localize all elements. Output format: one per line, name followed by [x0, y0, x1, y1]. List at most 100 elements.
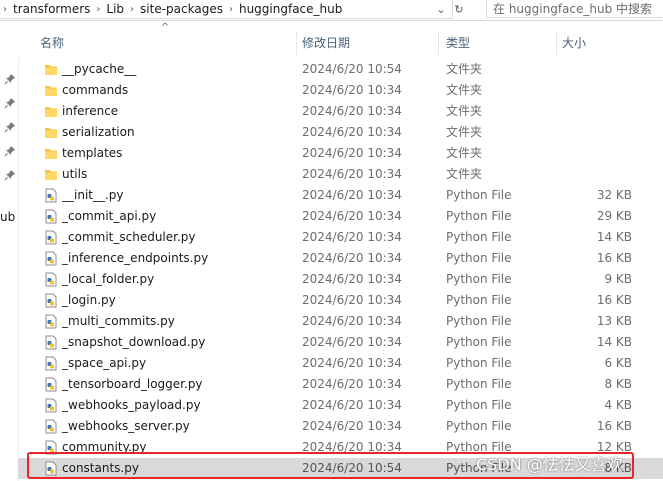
- breadcrumb-huggingface-hub[interactable]: huggingface_hub: [236, 2, 345, 16]
- file-type: 文件夹: [446, 125, 483, 139]
- file-type: Python File: [446, 356, 512, 370]
- pin-icon[interactable]: [4, 97, 16, 109]
- file-row[interactable]: commands 2024/6/20 10:34 文件夹: [18, 80, 663, 101]
- file-size: 9 KB: [604, 272, 632, 286]
- file-name: __init__.py: [62, 188, 124, 202]
- file-row[interactable]: __init__.py 2024/6/20 10:34 Python File 32 …: [18, 185, 663, 206]
- column-modified[interactable]: 修改日期: [298, 32, 438, 54]
- file-modified: 2024/6/20 10:34: [302, 146, 402, 160]
- file-size: 16 KB: [596, 293, 632, 307]
- file-row[interactable]: constants.py 2024/6/20 10:54 Python File 8 …: [18, 458, 663, 479]
- file-modified: 2024/6/20 10:34: [302, 167, 402, 181]
- python-file-icon: [45, 335, 57, 350]
- file-size: 6 KB: [604, 356, 632, 370]
- address-dropdown-button[interactable]: ⌄: [432, 0, 450, 18]
- chevron-right-icon: ›: [228, 3, 233, 15]
- pin-icon[interactable]: [4, 73, 16, 85]
- file-row[interactable]: _snapshot_download.py 2024/6/20 10:34 Pyth…: [18, 332, 663, 353]
- folder-icon: [45, 149, 57, 159]
- file-row[interactable]: serialization 2024/6/20 10:34 文件夹: [18, 122, 663, 143]
- file-modified: 2024/6/20 10:34: [302, 251, 402, 265]
- file-size: 29 KB: [596, 209, 632, 223]
- breadcrumb-site-packages[interactable]: site-packages: [137, 2, 226, 16]
- file-type: Python File: [446, 461, 512, 475]
- file-modified: 2024/6/20 10:54: [302, 461, 402, 475]
- python-file-icon: [45, 398, 57, 413]
- file-row[interactable]: _tensorboard_logger.py 2024/6/20 10:34 Pyt…: [18, 374, 663, 395]
- nav-item-label[interactable]: ub: [0, 210, 15, 224]
- file-modified: 2024/6/20 10:34: [302, 398, 402, 412]
- file-modified: 2024/6/20 10:34: [302, 188, 402, 202]
- file-row[interactable]: _space_api.py 2024/6/20 10:34 Python File 6…: [18, 353, 663, 374]
- file-size: 16 KB: [596, 419, 632, 433]
- file-name: __pycache__: [62, 62, 137, 76]
- file-name: templates: [62, 146, 123, 160]
- file-row[interactable]: inference 2024/6/20 10:34 文件夹: [18, 101, 663, 122]
- file-name: _commit_scheduler.py: [62, 230, 196, 244]
- file-size: 32 KB: [596, 188, 632, 202]
- column-divider[interactable]: [438, 31, 439, 55]
- file-name: _local_folder.py: [62, 272, 155, 286]
- column-type[interactable]: 类型: [442, 32, 552, 54]
- breadcrumb-lib[interactable]: Lib: [103, 2, 127, 16]
- address-bar: › transformers › Lib › site-packages › h…: [0, 0, 663, 21]
- pin-icon[interactable]: [4, 145, 16, 157]
- python-file-icon: [45, 461, 57, 476]
- column-divider[interactable]: [296, 31, 297, 55]
- file-row[interactable]: _webhooks_server.py 2024/6/20 10:34 Python…: [18, 416, 663, 437]
- column-name[interactable]: 名称: [36, 32, 296, 54]
- file-type: Python File: [446, 188, 512, 202]
- pin-icon[interactable]: [4, 169, 16, 181]
- file-type: 文件夹: [446, 62, 483, 76]
- refresh-button[interactable]: ↻: [450, 0, 468, 18]
- file-row[interactable]: _multi_commits.py 2024/6/20 10:34 Python F…: [18, 311, 663, 332]
- file-modified: 2024/6/20 10:34: [302, 272, 402, 286]
- folder-icon: [45, 86, 57, 96]
- file-name: constants.py: [62, 461, 139, 475]
- file-name: _snapshot_download.py: [62, 335, 206, 349]
- file-row[interactable]: templates 2024/6/20 10:34 文件夹: [18, 143, 663, 164]
- file-size: 14 KB: [596, 335, 632, 349]
- file-type: Python File: [446, 272, 512, 286]
- file-row[interactable]: utils 2024/6/20 10:34 文件夹: [18, 164, 663, 185]
- file-row[interactable]: _local_folder.py 2024/6/20 10:34 Python Fi…: [18, 269, 663, 290]
- file-type: Python File: [446, 419, 512, 433]
- python-file-icon: [45, 230, 57, 245]
- file-row[interactable]: _login.py 2024/6/20 10:34 Python File 16 KB: [18, 290, 663, 311]
- search-input[interactable]: 在 huggingface_hub 中搜索: [486, 0, 662, 18]
- file-row[interactable]: _commit_api.py 2024/6/20 10:34 Python File…: [18, 206, 663, 227]
- file-name: _webhooks_server.py: [62, 419, 190, 433]
- file-modified: 2024/6/20 10:34: [302, 83, 402, 97]
- column-divider[interactable]: [556, 31, 557, 55]
- file-list: __pycache__ 2024/6/20 10:54 文件夹 commands 202…: [18, 59, 663, 479]
- file-name: _multi_commits.py: [62, 314, 175, 328]
- python-file-icon: [45, 293, 57, 308]
- file-type: 文件夹: [446, 167, 483, 181]
- python-file-icon: [45, 419, 57, 434]
- file-row[interactable]: _inference_endpoints.py 2024/6/20 10:34 Py…: [18, 248, 663, 269]
- python-file-icon: [45, 314, 57, 329]
- column-header: ^ 名称 修改日期 类型 大小: [18, 21, 663, 57]
- file-type: Python File: [446, 398, 512, 412]
- file-name: _login.py: [62, 293, 116, 307]
- breadcrumb: › transformers › Lib › site-packages › h…: [0, 0, 453, 19]
- file-type: Python File: [446, 209, 512, 223]
- file-type: Python File: [446, 377, 512, 391]
- python-file-icon: [45, 188, 57, 203]
- pin-icon[interactable]: [4, 121, 16, 133]
- file-name: community.py: [62, 440, 147, 454]
- breadcrumb-transformers[interactable]: transformers: [10, 2, 93, 16]
- file-size: 8 KB: [604, 461, 632, 475]
- file-row[interactable]: _webhooks_payload.py 2024/6/20 10:34 Pytho…: [18, 395, 663, 416]
- python-file-icon: [45, 356, 57, 371]
- file-row[interactable]: __pycache__ 2024/6/20 10:54 文件夹: [18, 59, 663, 80]
- column-size[interactable]: 大小: [558, 32, 648, 54]
- python-file-icon: [45, 440, 57, 455]
- file-size: 16 KB: [596, 251, 632, 265]
- file-row[interactable]: community.py 2024/6/20 10:34 Python File 12…: [18, 437, 663, 458]
- file-row[interactable]: _commit_scheduler.py 2024/6/20 10:34 Pytho…: [18, 227, 663, 248]
- file-size: 8 KB: [604, 377, 632, 391]
- python-file-icon: [45, 377, 57, 392]
- file-modified: 2024/6/20 10:34: [302, 377, 402, 391]
- file-size: 12 KB: [596, 440, 632, 454]
